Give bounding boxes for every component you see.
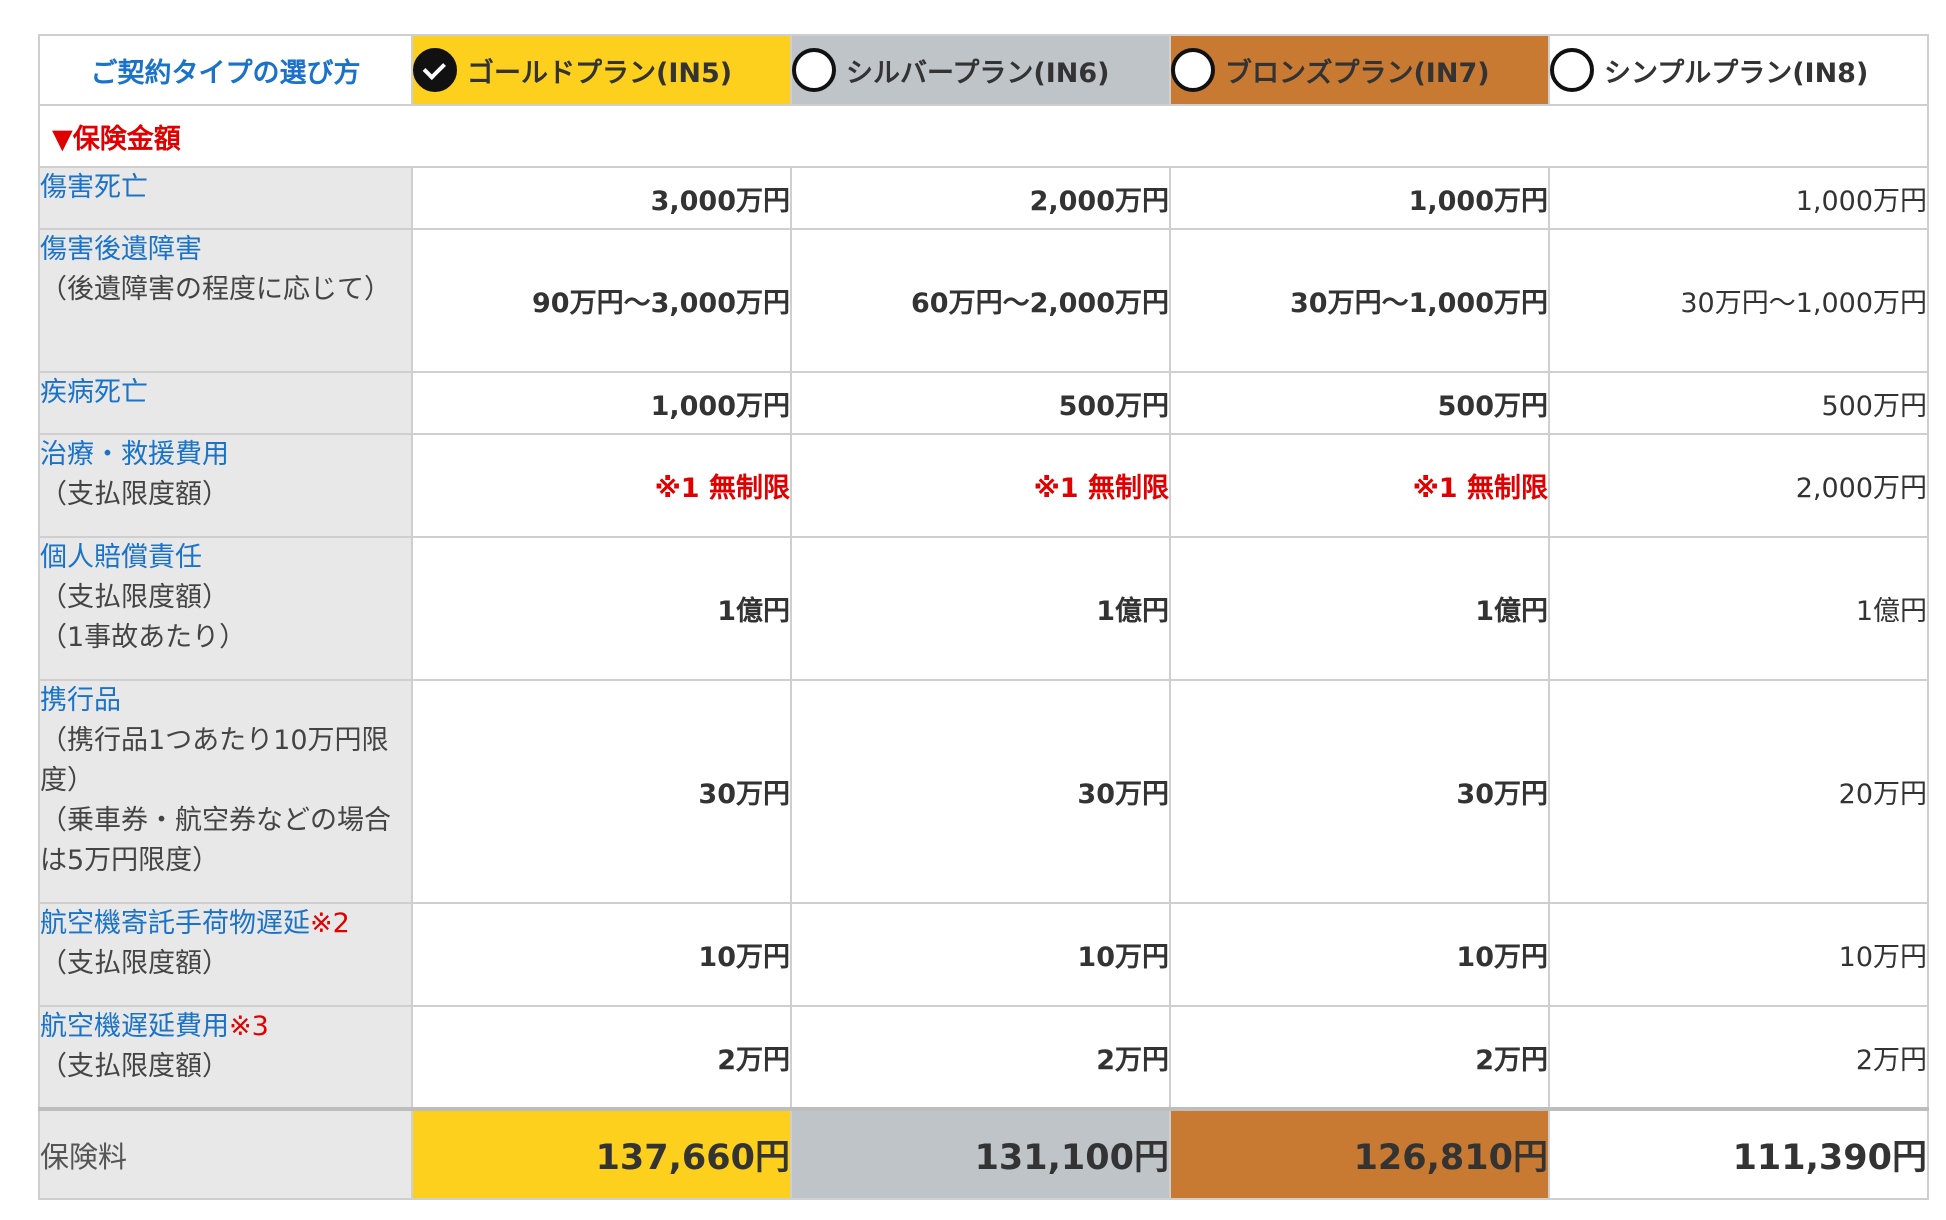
plan-option-silver[interactable]: シルバープラン(IN6) [790, 34, 1171, 106]
value-cell: 1,000万円 [411, 371, 792, 435]
plan-option-simple[interactable]: シンプルプラン(IN8) [1548, 34, 1929, 106]
value-cell: ※1 無制限 [790, 433, 1171, 538]
table-row: 疾病死亡 1,000万円 500万円 500万円 500万円 [38, 371, 1929, 435]
value-cell: 500万円 [790, 371, 1171, 435]
table-row: 傷害死亡 3,000万円 2,000万円 1,000万円 1,000万円 [38, 166, 1929, 230]
value-cell: 1億円 [1548, 536, 1929, 681]
radio-unchecked-icon[interactable] [792, 48, 836, 92]
plan-name: ゴールドプラン(IN5) [467, 57, 733, 89]
value-cell: 1億円 [411, 536, 792, 681]
value-cell: 20万円 [1548, 679, 1929, 904]
table-row: 航空機寄託手荷物遅延※2 （支払限度額） 10万円 10万円 10万円 10万円 [38, 902, 1929, 1007]
value-cell: 30万円〜1,000万円 [1548, 228, 1929, 373]
coverage-detail: （後遺障害の程度に応じて） [40, 274, 391, 305]
coverage-detail: （支払限度額） [40, 948, 229, 979]
section-header-row: ▼保険金額 [38, 104, 1929, 168]
plan-name: シルバープラン(IN6) [846, 57, 1110, 89]
premium-row: 保険料 137,660円 131,100円 126,810円 111,390円 [38, 1107, 1929, 1200]
plan-comparison-table: ご契約タイプの選び方 ゴールドプラン(IN5) シルバープラン(IN6) ブロン… [38, 34, 1929, 1200]
coverage-detail: （乗車券・航空券などの場合は5万円限度） [40, 805, 391, 876]
row-label: 疾病死亡 [38, 371, 413, 435]
table-row: 傷害後遺障害 （後遺障害の程度に応じて） 90万円〜3,000万円 60万円〜2… [38, 228, 1929, 373]
row-label: 携行品 （携行品1つあたり10万円限度） （乗車券・航空券などの場合は5万円限度… [38, 679, 413, 904]
radio-checked-icon[interactable] [413, 48, 457, 92]
row-label: 治療・救援費用 （支払限度額） [38, 433, 413, 538]
coverage-name: 疾病死亡 [40, 377, 148, 408]
coverage-name: 航空機遅延費用 [40, 1011, 229, 1042]
coverage-name: 航空機寄託手荷物遅延 [40, 908, 310, 939]
value-cell: 10万円 [1169, 902, 1550, 1007]
coverage-name: 傷害死亡 [40, 172, 148, 203]
value-cell: 500万円 [1548, 371, 1929, 435]
section-title: ▼保険金額 [38, 104, 1929, 168]
value-cell: 90万円〜3,000万円 [411, 228, 792, 373]
row-label: 航空機寄託手荷物遅延※2 （支払限度額） [38, 902, 413, 1007]
value-cell: 500万円 [1169, 371, 1550, 435]
value-cell: ※1 無制限 [1169, 433, 1550, 538]
value-cell: 1,000万円 [1169, 166, 1550, 230]
radio-unchecked-icon[interactable] [1550, 48, 1594, 92]
value-cell: 2,000万円 [790, 166, 1171, 230]
coverage-name: 治療・救援費用 [40, 439, 229, 470]
value-cell: 10万円 [411, 902, 792, 1007]
value-cell: 30万円 [1169, 679, 1550, 904]
coverage-detail: （携行品1つあたり10万円限度） [40, 725, 389, 796]
coverage-detail: （支払限度額） [40, 582, 229, 613]
value-cell: 3,000万円 [411, 166, 792, 230]
value-cell: 60万円〜2,000万円 [790, 228, 1171, 373]
coverage-detail: （支払限度額） [40, 1051, 229, 1082]
table-row: 個人賠償責任 （支払限度額） （1事故あたり） 1億円 1億円 1億円 1億円 [38, 536, 1929, 681]
table-row: 航空機遅延費用※3 （支払限度額） 2万円 2万円 2万円 2万円 [38, 1005, 1929, 1110]
value-cell: 30万円〜1,000万円 [1169, 228, 1550, 373]
coverage-name: 個人賠償責任 [40, 542, 202, 573]
value-cell: 1億円 [790, 536, 1171, 681]
row-label: 個人賠償責任 （支払限度額） （1事故あたり） [38, 536, 413, 681]
value-cell: 30万円 [411, 679, 792, 904]
footnote-mark: ※2 [310, 908, 350, 939]
plan-header-row: ご契約タイプの選び方 ゴールドプラン(IN5) シルバープラン(IN6) ブロン… [38, 34, 1929, 106]
how-to-choose-label: ご契約タイプの選び方 [38, 34, 413, 106]
coverage-detail: （支払限度額） [40, 479, 229, 510]
coverage-detail: （1事故あたり） [40, 622, 247, 653]
row-label: 航空機遅延費用※3 （支払限度額） [38, 1005, 413, 1110]
value-cell: 2万円 [1548, 1005, 1929, 1110]
plan-name: ブロンズプラン(IN7) [1225, 57, 1490, 89]
value-cell: 10万円 [790, 902, 1171, 1007]
row-label: 傷害死亡 [38, 166, 413, 230]
coverage-name: 傷害後遺障害 [40, 234, 202, 265]
value-cell: 2万円 [411, 1005, 792, 1110]
radio-unchecked-icon[interactable] [1171, 48, 1215, 92]
value-cell: 2万円 [1169, 1005, 1550, 1110]
table-row: 携行品 （携行品1つあたり10万円限度） （乗車券・航空券などの場合は5万円限度… [38, 679, 1929, 904]
coverage-name: 携行品 [40, 685, 121, 716]
value-cell: ※1 無制限 [411, 433, 792, 538]
premium-simple: 111,390円 [1548, 1107, 1929, 1200]
footnote-mark: ※3 [229, 1011, 269, 1042]
value-cell: 2万円 [790, 1005, 1171, 1110]
premium-label: 保険料 [38, 1107, 413, 1200]
value-cell: 2,000万円 [1548, 433, 1929, 538]
plan-name: シンプルプラン(IN8) [1604, 57, 1869, 89]
value-cell: 1億円 [1169, 536, 1550, 681]
plan-option-bronze[interactable]: ブロンズプラン(IN7) [1169, 34, 1550, 106]
premium-gold: 137,660円 [411, 1107, 792, 1200]
value-cell: 30万円 [790, 679, 1171, 904]
premium-silver: 131,100円 [790, 1107, 1171, 1200]
table-row: 治療・救援費用 （支払限度額） ※1 無制限 ※1 無制限 ※1 無制限 2,0… [38, 433, 1929, 538]
row-label: 傷害後遺障害 （後遺障害の程度に応じて） [38, 228, 413, 373]
plan-option-gold[interactable]: ゴールドプラン(IN5) [411, 34, 792, 106]
premium-bronze: 126,810円 [1169, 1107, 1550, 1200]
value-cell: 1,000万円 [1548, 166, 1929, 230]
value-cell: 10万円 [1548, 902, 1929, 1007]
